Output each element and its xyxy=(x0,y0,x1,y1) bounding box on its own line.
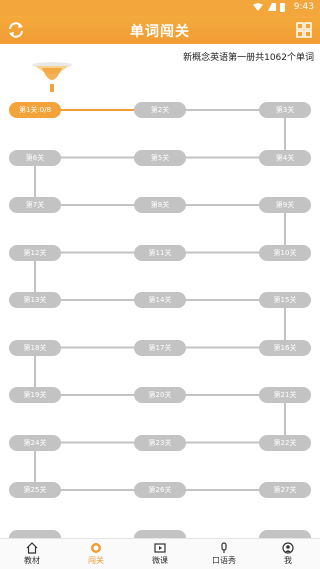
target-icon xyxy=(91,543,101,553)
level-node-13[interactable]: 第13关 xyxy=(9,292,61,308)
level-node-19[interactable]: 第19关 xyxy=(9,387,61,403)
level-node-4[interactable]: 第4关 xyxy=(259,149,311,166)
status-time: 9:43 xyxy=(293,2,314,12)
status-bar: 9:43 xyxy=(0,0,320,16)
level-node-peek-right[interactable] xyxy=(259,529,311,538)
tab-me[interactable]: 我 xyxy=(256,539,320,569)
level-node-27[interactable]: 第27关 xyxy=(259,482,311,498)
tab-textbook[interactable]: 教材 xyxy=(0,539,64,569)
level-node-24[interactable]: 第24关 xyxy=(9,434,61,451)
level-node-23[interactable]: 第23关 xyxy=(134,434,186,451)
tab-microclass[interactable]: 微课 xyxy=(128,539,192,569)
level-node-18[interactable]: 第18关 xyxy=(9,339,61,356)
user-icon xyxy=(282,542,294,554)
wifi-icon xyxy=(253,3,263,11)
tab-label: 教材 xyxy=(24,556,40,565)
signal-icon xyxy=(268,3,276,11)
level-node-peek-left[interactable] xyxy=(9,529,61,538)
level-node-15[interactable]: 第15关 xyxy=(259,292,311,308)
level-node-2[interactable]: 第2关 xyxy=(134,102,186,118)
tab-label: 口语秀 xyxy=(212,556,236,565)
tab-label: 微课 xyxy=(152,556,168,565)
level-node-20[interactable]: 第20关 xyxy=(134,387,186,403)
tab-label: 闯关 xyxy=(88,556,104,565)
level-node-5[interactable]: 第5关 xyxy=(134,149,186,166)
level-node-21[interactable]: 第21关 xyxy=(259,387,311,403)
level-map: 第1关:0/8 第2关 第3关 第4关 第5关 第6关 第7关 第8关 第9关 第10关 第11关第… xyxy=(0,62,320,538)
level-node-11[interactable]: 第11关 xyxy=(134,244,186,261)
level-node-25[interactable]: 第25关 xyxy=(9,482,61,498)
level-node-1[interactable]: 第1关:0/8 xyxy=(9,102,61,118)
mic-icon xyxy=(221,542,227,553)
level-node-22[interactable]: 第22关 xyxy=(259,434,311,451)
battery-icon xyxy=(280,3,285,12)
app-bar: 单词闯关 xyxy=(0,16,320,44)
level-node-17[interactable]: 第17关 xyxy=(134,339,186,356)
level-node-8[interactable]: 第8关 xyxy=(134,197,186,213)
level-node-6[interactable]: 第6关 xyxy=(9,149,61,166)
video-icon xyxy=(154,543,166,553)
level-node-7[interactable]: 第7关 xyxy=(9,197,61,213)
page-title: 单词闯关 xyxy=(130,24,190,40)
home-icon xyxy=(26,542,38,554)
bottom-tab-bar: 教材 闯关 微课 口语秀 我 xyxy=(0,538,320,569)
level-node-12[interactable]: 第12关 xyxy=(9,244,61,261)
level-node-16[interactable]: 第16关 xyxy=(259,339,311,356)
tab-label: 我 xyxy=(284,556,292,565)
level-node-3[interactable]: 第3关 xyxy=(259,102,311,118)
level-node-26[interactable]: 第26关 xyxy=(134,482,186,498)
level-node-10[interactable]: 第10关 xyxy=(259,244,311,261)
grid-icon[interactable] xyxy=(296,22,312,38)
tab-challenge[interactable]: 闯关 xyxy=(64,539,128,569)
level-node-9[interactable]: 第9关 xyxy=(259,197,311,213)
level-node-peek-mid[interactable] xyxy=(134,529,186,538)
tab-speaking[interactable]: 口语秀 xyxy=(192,539,256,569)
level-node-14[interactable]: 第14关 xyxy=(134,292,186,308)
